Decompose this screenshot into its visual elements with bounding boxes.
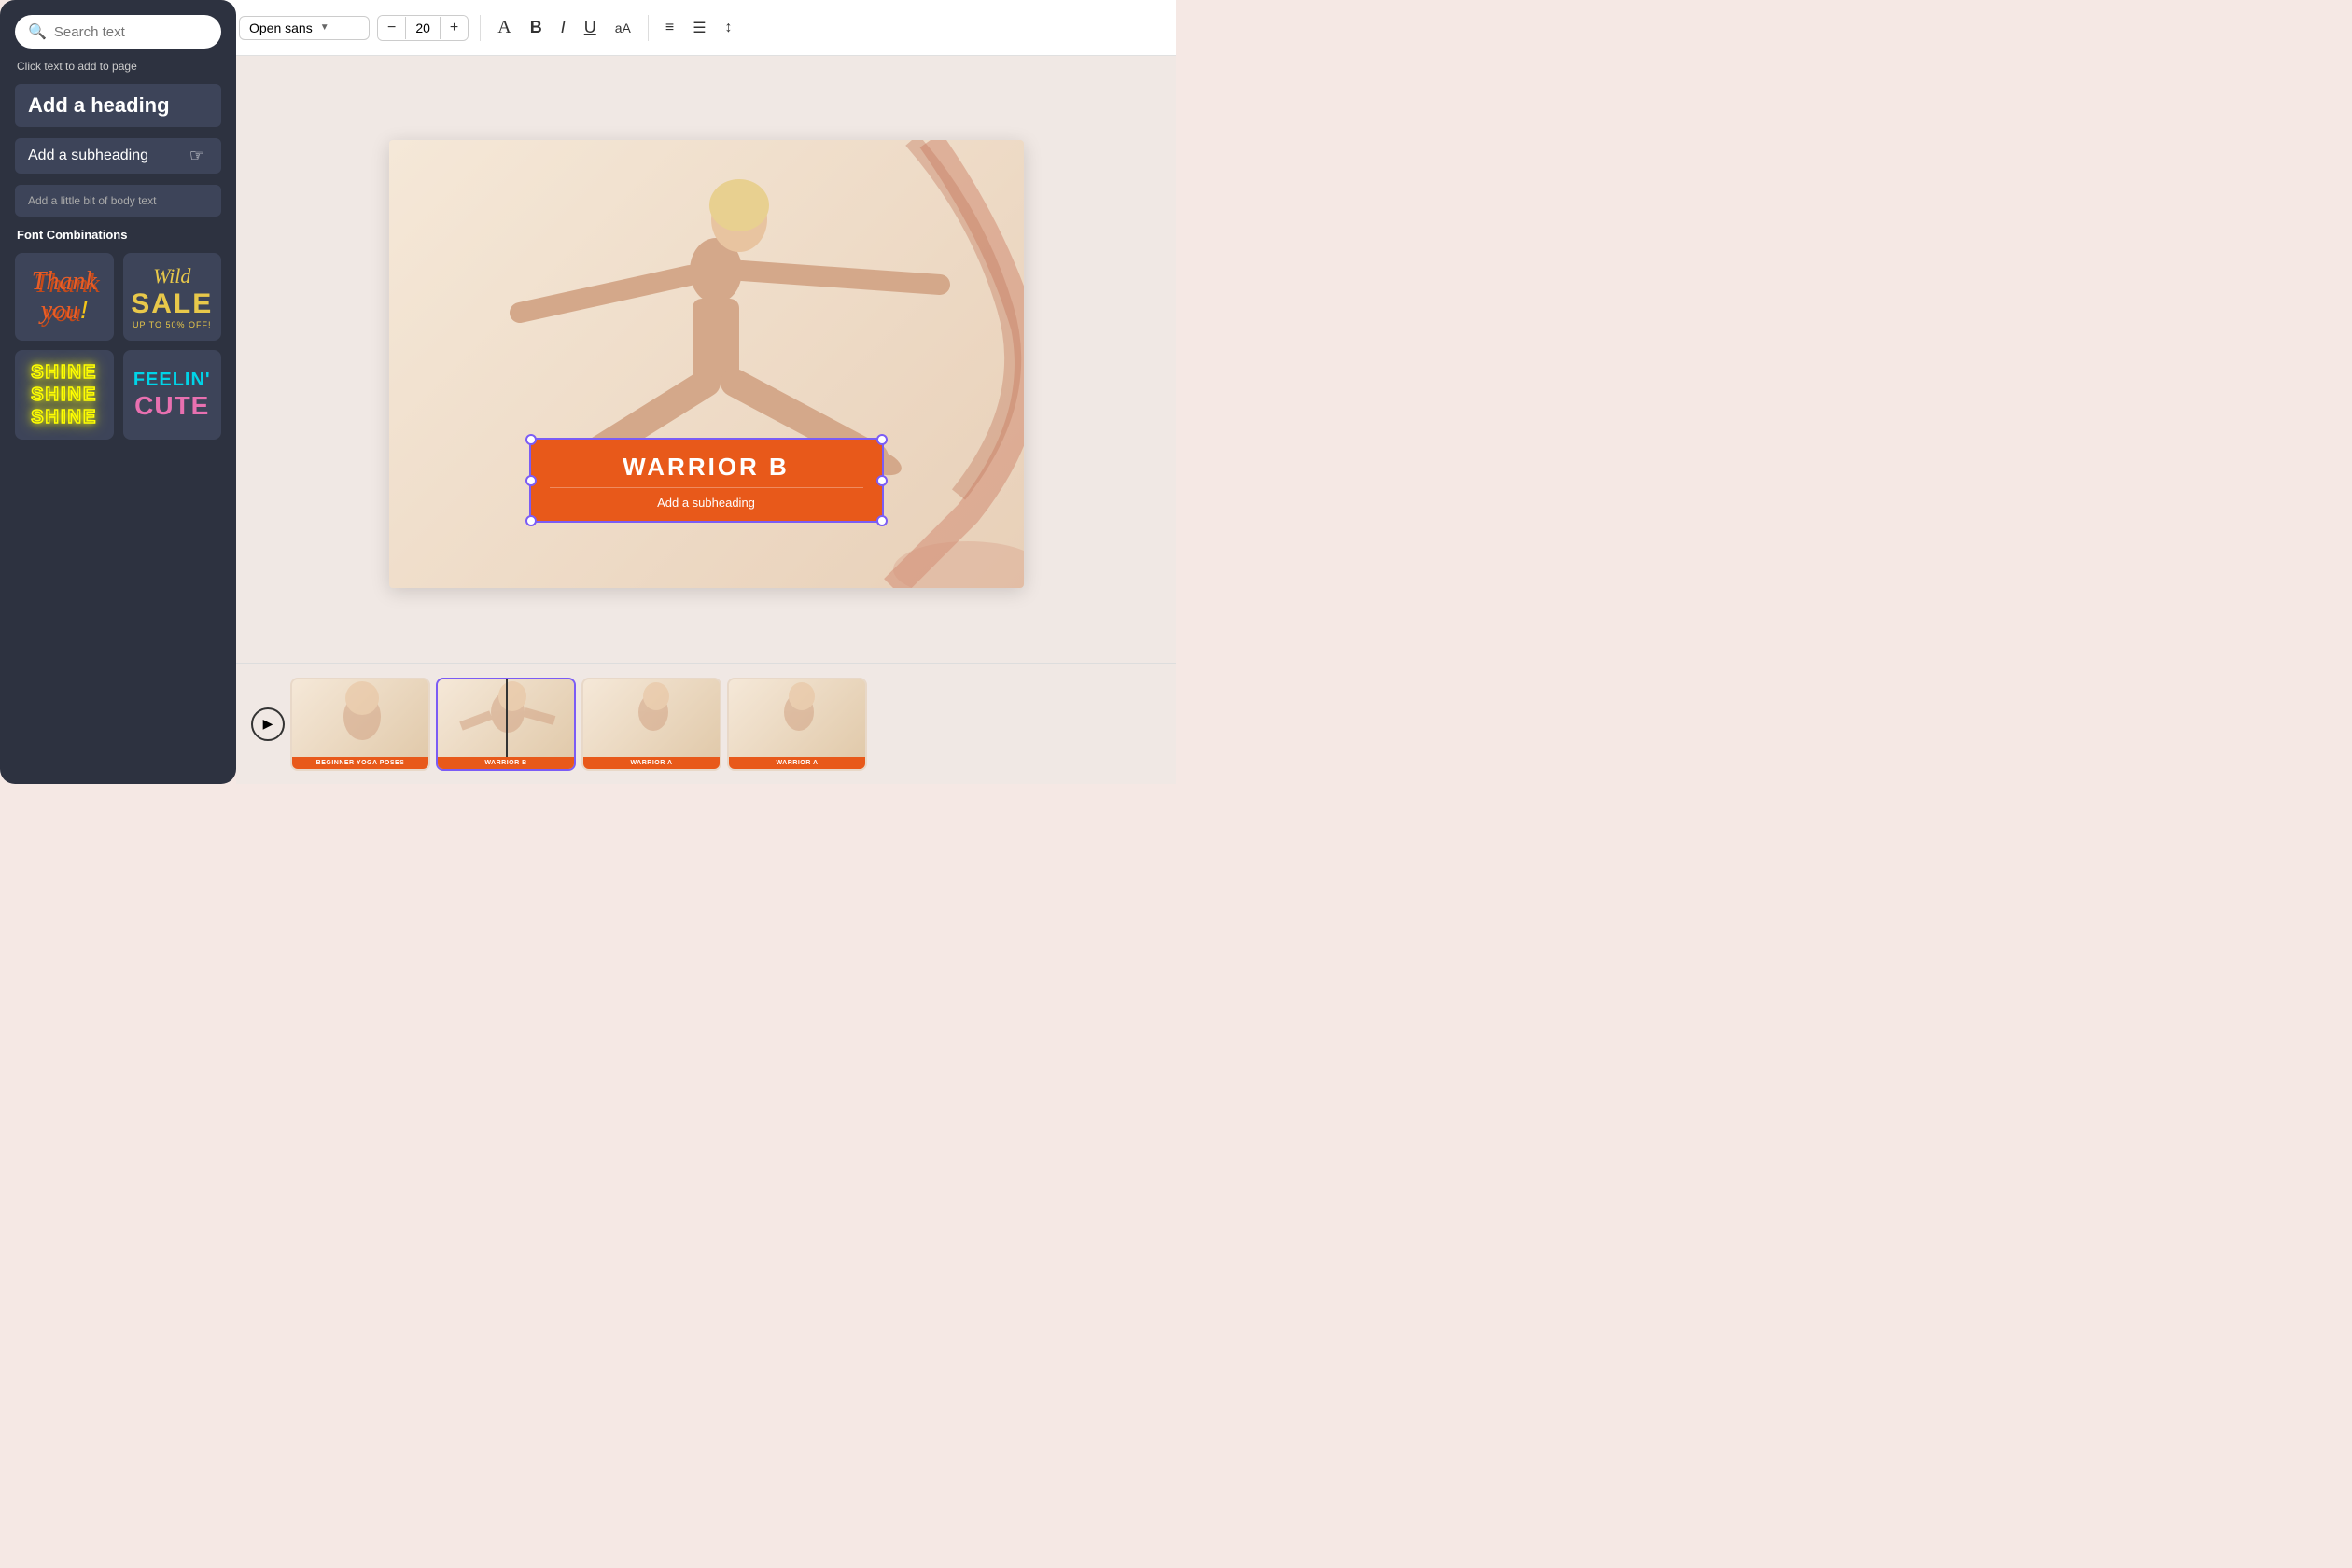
handle-br[interactable] <box>876 515 888 526</box>
handle-tr[interactable] <box>876 434 888 445</box>
text-color-button[interactable]: A <box>492 13 516 42</box>
banner-title: WARRIOR B <box>550 453 863 482</box>
font-name-label: Open sans <box>249 21 313 35</box>
banner-subheading[interactable]: Add a subheading <box>550 487 863 510</box>
align-button[interactable]: ≡ <box>660 16 679 40</box>
search-icon: 🔍 <box>28 22 47 41</box>
timeline-slide-3[interactable]: WARRIOR A <box>581 678 721 771</box>
case-button[interactable]: aA <box>609 17 637 39</box>
timeline-slide-2[interactable]: WARRIOR B <box>436 678 576 771</box>
top-toolbar: Open sans ▼ − 20 + A B I U aA ≡ ☰ ↕ <box>224 0 1176 56</box>
shine-text-2: SHINE <box>31 384 97 406</box>
font-size-control: − 20 + <box>377 15 469 41</box>
you-text: you <box>41 298 78 324</box>
combo-wildsale[interactable]: Wild SALE UP TO 50% OFF! <box>123 253 222 341</box>
combo-shine[interactable]: SHINE SHINE SHINE <box>15 350 114 440</box>
handle-tl[interactable] <box>525 434 537 445</box>
separator-2 <box>648 15 649 41</box>
decrease-font-size-button[interactable]: − <box>378 16 405 40</box>
combo-feelin[interactable]: FEELIN' CUTE <box>123 350 222 440</box>
bold-button[interactable]: B <box>525 14 548 41</box>
thumb-divider <box>506 679 508 769</box>
font-combos-label: Font Combinations <box>15 228 221 242</box>
body-style-item[interactable]: Add a little bit of body text <box>15 185 221 217</box>
combo-thankyou[interactable]: Thank you ! <box>15 253 114 341</box>
search-bar[interactable]: 🔍 <box>15 15 221 49</box>
canvas-container: WARRIOR B Add a subheading <box>236 0 1176 663</box>
font-combos-grid: Thank you ! Wild SALE UP TO 50% OFF! SHI… <box>15 253 221 440</box>
shine-text-3: SHINE <box>31 406 97 428</box>
thank-text: Thank <box>32 269 97 295</box>
subheading-style-item[interactable]: Add a subheading ☞ <box>15 138 221 174</box>
thumb-label-4: WARRIOR A <box>729 757 865 769</box>
shine-text-1: SHINE <box>31 361 97 384</box>
thumb-label-1: BEGINNER YOGA POSES <box>292 757 428 769</box>
cursor-icon: ☞ <box>189 147 204 166</box>
main-area: WARRIOR B Add a subheading ▶ BEGINNER YO… <box>236 0 1176 784</box>
orange-banner[interactable]: WARRIOR B Add a subheading <box>529 438 884 523</box>
handle-mr[interactable] <box>876 475 888 486</box>
timeline-scroll: BEGINNER YOGA POSES WARRIOR B <box>290 678 1161 771</box>
play-icon: ▶ <box>263 716 273 732</box>
font-size-value: 20 <box>405 17 441 39</box>
underline-button[interactable]: U <box>579 14 602 41</box>
upto-text: UP TO 50% OFF! <box>133 320 212 329</box>
timeline-slide-1[interactable]: BEGINNER YOGA POSES <box>290 678 430 771</box>
play-button[interactable]: ▶ <box>251 707 285 741</box>
thumb-yoga-3 <box>583 679 721 754</box>
line-spacing-button[interactable]: ↕ <box>720 16 738 40</box>
thumb-label-2: WARRIOR B <box>438 757 574 769</box>
cute-text: CUTE <box>134 391 209 421</box>
font-selector[interactable]: Open sans ▼ <box>239 16 370 40</box>
feelin-text: FEELIN' <box>133 370 211 391</box>
handle-bl[interactable] <box>525 515 537 526</box>
timeline-slide-4[interactable]: WARRIOR A <box>727 678 867 771</box>
thumb-yoga-4 <box>729 679 867 754</box>
click-hint-label: Click text to add to page <box>15 60 221 73</box>
separator <box>480 15 481 41</box>
sidebar: 🔍 Click text to add to page Add a headin… <box>0 0 236 784</box>
italic-button[interactable]: I <box>555 14 571 41</box>
canvas-slide[interactable]: WARRIOR B Add a subheading <box>389 140 1024 588</box>
handle-ml[interactable] <box>525 475 537 486</box>
timeline: ▶ BEGINNER YOGA POSES <box>236 663 1176 784</box>
chevron-down-icon: ▼ <box>320 22 329 33</box>
list-button[interactable]: ☰ <box>687 15 711 41</box>
heading-style-item[interactable]: Add a heading <box>15 84 221 127</box>
search-input[interactable] <box>54 24 208 40</box>
thumb-label-3: WARRIOR A <box>583 757 720 769</box>
increase-font-size-button[interactable]: + <box>441 16 468 40</box>
wild-text: Wild <box>153 264 190 288</box>
thumb-yoga-1 <box>292 679 430 754</box>
sale-text: SALE <box>131 288 213 320</box>
excl-text: ! <box>80 295 88 325</box>
